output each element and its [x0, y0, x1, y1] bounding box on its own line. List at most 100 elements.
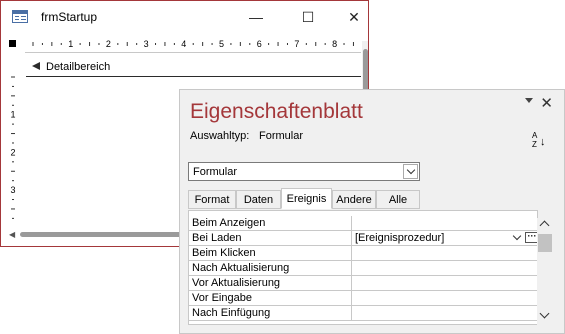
ruler-tick — [352, 42, 354, 46]
ruler-number: 5 — [219, 39, 224, 49]
ruler-number: 8 — [332, 39, 337, 49]
ruler-tick — [12, 199, 14, 201]
property-grid-scroll-thumb[interactable] — [538, 234, 552, 252]
ruler-tick — [315, 42, 317, 46]
ruler-tick — [12, 217, 14, 219]
tab-andere[interactable]: Andere — [332, 190, 376, 209]
ruler-tick — [60, 43, 62, 45]
scroll-up-icon[interactable] — [539, 220, 550, 231]
ruler-number: 3 — [144, 39, 149, 49]
ruler-tick — [12, 161, 14, 163]
chevron-down-icon[interactable] — [403, 164, 418, 179]
object-selector-value: Formular — [193, 166, 238, 178]
ruler-tick — [89, 42, 91, 46]
ruler-tick — [11, 133, 15, 135]
pane-options-dropdown-icon[interactable] — [525, 98, 533, 103]
ruler-tick — [305, 43, 307, 45]
property-name: Beim Klicken — [192, 247, 256, 259]
section-arrow-icon — [32, 62, 40, 70]
tab-alle[interactable]: Alle — [376, 190, 420, 209]
ruler-tick — [277, 42, 279, 46]
detail-section-header[interactable]: Detailbereich — [26, 59, 361, 78]
property-sheet-title: Eigenschaftenblatt — [190, 100, 363, 123]
horizontal-ruler[interactable]: 1 2 3 4 5 6 7 8 — [25, 36, 361, 53]
ruler-tick — [11, 95, 15, 97]
property-row[interactable]: Beim Anzeigen — [189, 216, 539, 231]
detail-section-label: Detailbereich — [46, 61, 111, 73]
ruler-tick — [11, 170, 15, 172]
scroll-left-arrow-icon[interactable]: ◀ — [9, 230, 15, 239]
ruler-tick — [136, 43, 138, 45]
ruler-tick — [211, 43, 213, 45]
ruler-tick — [11, 208, 15, 210]
ruler-tick — [32, 42, 34, 46]
ruler-number: 7 — [294, 39, 299, 49]
ruler-number: 1 — [68, 39, 73, 49]
scroll-down-icon[interactable] — [539, 308, 550, 319]
property-name: Vor Eingabe — [192, 292, 252, 304]
form-window-title: frmStartup — [41, 10, 98, 24]
ruler-number: 1 — [10, 110, 15, 120]
ruler-number: 3 — [10, 185, 15, 195]
ruler-tick — [343, 43, 345, 45]
property-row[interactable]: Vor Eingabe — [189, 291, 539, 306]
ruler-tick — [11, 76, 15, 78]
property-name: Beim Anzeigen — [192, 217, 266, 229]
ruler-tick — [192, 43, 194, 45]
ruler-tick — [249, 43, 251, 45]
property-name: Nach Aktualisierung — [192, 262, 290, 274]
ruler-tick — [12, 85, 14, 87]
selection-type-label: Auswahltyp: — [190, 130, 250, 142]
ruler-number: 2 — [10, 147, 15, 157]
ruler-tick — [268, 43, 270, 45]
minimize-button[interactable]: — — [233, 1, 279, 33]
ruler-tick — [155, 43, 157, 45]
ruler-tick — [239, 42, 241, 46]
property-row[interactable]: Nach Aktualisierung — [189, 261, 539, 276]
property-row[interactable]: Beim Klicken — [189, 246, 539, 261]
form-title-bar[interactable]: frmStartup — ☐ ✕ — [1, 1, 368, 33]
ruler-number: 6 — [257, 39, 262, 49]
property-grid: Beim Anzeigen Bei Laden [Ereignisprozedu… — [188, 210, 539, 325]
ruler-tick — [79, 43, 81, 45]
ruler-tick — [230, 43, 232, 45]
form-icon — [12, 10, 28, 23]
property-name: Bei Laden — [192, 232, 242, 244]
ruler-tick — [12, 142, 14, 144]
maximize-button[interactable]: ☐ — [285, 1, 331, 33]
ruler-tick — [12, 180, 14, 182]
form-selector-box[interactable] — [9, 40, 16, 47]
ruler-tick — [202, 42, 204, 46]
object-selector-combobox[interactable]: Formular — [188, 162, 420, 181]
ruler-number: 2 — [106, 39, 111, 49]
chevron-down-icon[interactable] — [509, 231, 524, 244]
ruler-number: 4 — [181, 39, 186, 49]
property-row[interactable]: Vor Aktualisierung — [189, 276, 539, 291]
selection-type-value: Formular — [259, 130, 304, 142]
ruler-tick — [164, 42, 166, 46]
vertical-ruler[interactable]: 1 2 3 — [6, 52, 22, 228]
property-grid-scrollbar[interactable] — [537, 218, 553, 325]
property-value[interactable]: [Ereignisprozedur] — [355, 232, 444, 244]
property-row-bei-laden[interactable]: Bei Laden [Ereignisprozedur] ··· — [189, 231, 539, 246]
ruler-tick — [41, 43, 43, 45]
ruler-tick — [324, 43, 326, 45]
ruler-tick — [12, 123, 14, 125]
ruler-tick — [286, 43, 288, 45]
tab-daten[interactable]: Daten — [236, 190, 281, 209]
ruler-tick — [51, 42, 53, 46]
close-button[interactable]: ✕ — [331, 1, 377, 33]
sort-ascending-icon[interactable]: A Z ↓ — [531, 131, 549, 152]
ruler-tick — [126, 42, 128, 46]
ruler-tick — [12, 104, 14, 106]
ruler-tick — [117, 43, 119, 45]
tab-ereignis[interactable]: Ereignis — [281, 188, 332, 209]
tab-format[interactable]: Format — [188, 190, 236, 209]
property-row[interactable]: Nach Einfügung — [189, 306, 539, 321]
ruler-tick — [173, 43, 175, 45]
property-sheet-close-button[interactable]: ✕ — [540, 94, 553, 112]
property-sheet-pane: Eigenschaftenblatt ✕ Auswahltyp: Formula… — [179, 89, 565, 334]
property-name: Vor Aktualisierung — [192, 277, 281, 289]
ruler-tick — [98, 43, 100, 45]
property-name: Nach Einfügung — [192, 307, 271, 319]
